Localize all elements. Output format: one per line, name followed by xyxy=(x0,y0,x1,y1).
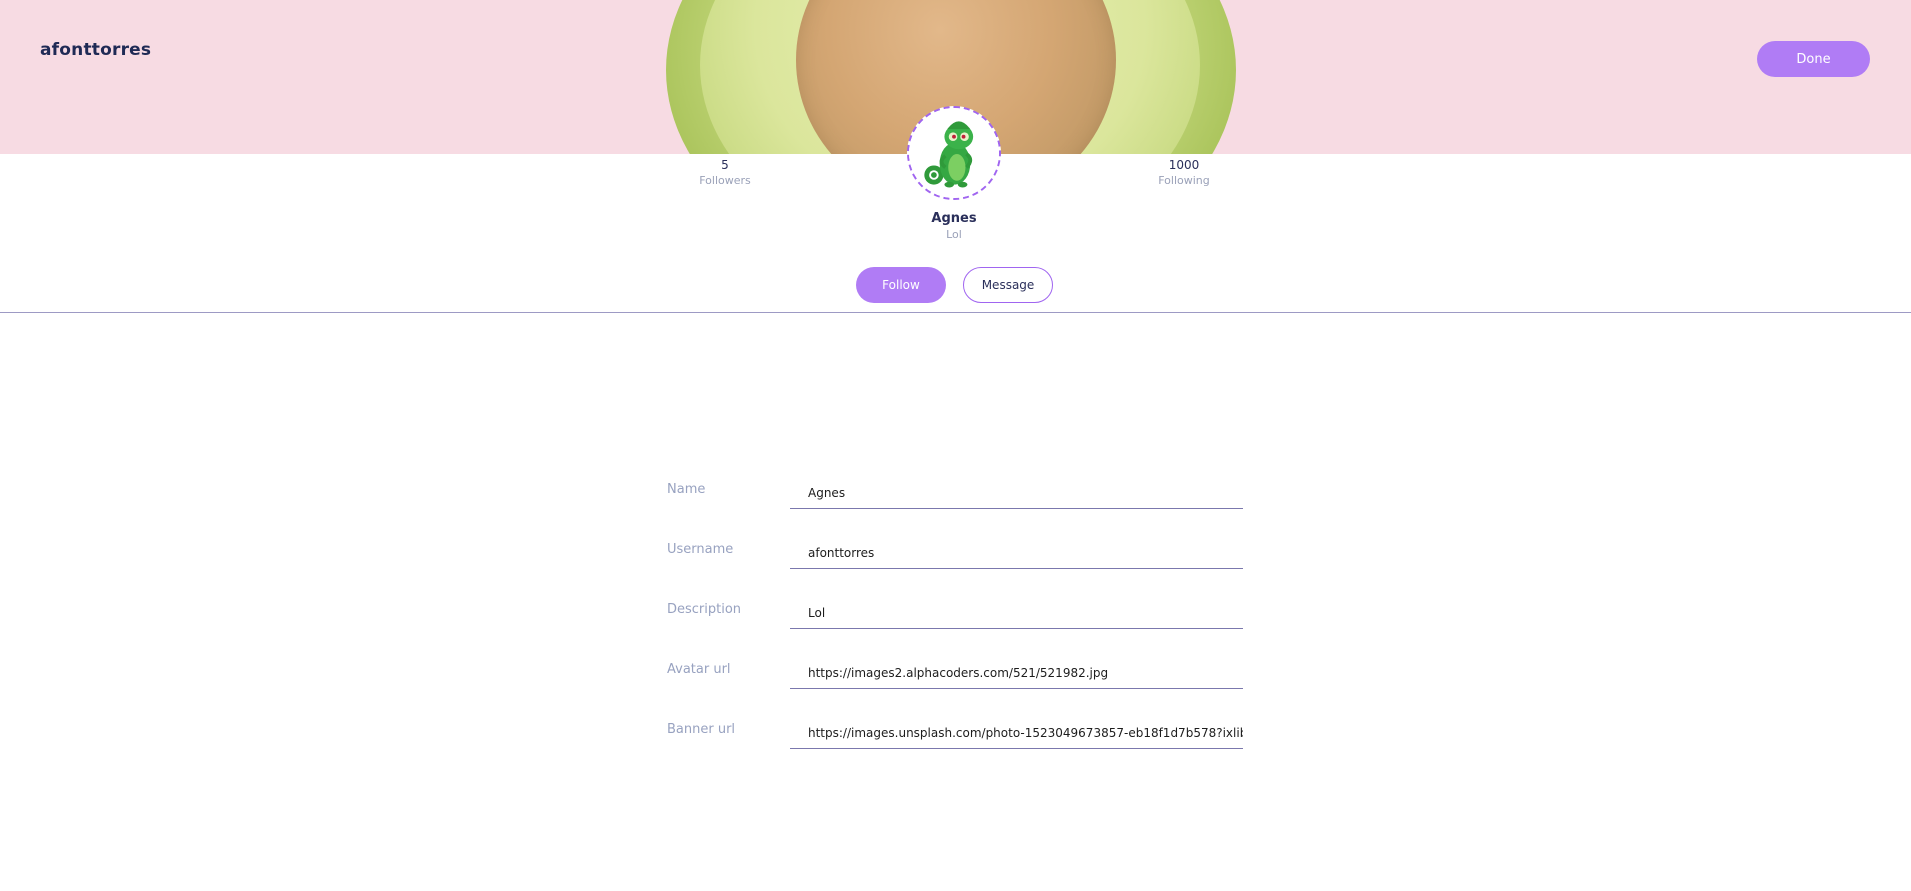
banner-url-field[interactable] xyxy=(790,718,1243,749)
header-username: afonttorres xyxy=(40,40,152,60)
followers-count: 5 xyxy=(721,158,729,172)
username-label: Username xyxy=(667,542,734,557)
avatar-url-row: Avatar url xyxy=(667,658,1243,698)
username-field[interactable] xyxy=(790,538,1243,569)
profile-description: Lol xyxy=(946,228,962,241)
profile-name: Agnes xyxy=(931,211,977,226)
name-field[interactable] xyxy=(790,478,1243,509)
banner-url-row: Banner url xyxy=(667,718,1243,758)
avatar-url-field[interactable] xyxy=(790,658,1243,689)
following-stat[interactable]: 1000 Following xyxy=(1124,158,1244,187)
username-row: Username xyxy=(667,538,1243,578)
description-label: Description xyxy=(667,602,742,617)
name-row: Name xyxy=(667,478,1243,518)
chameleon-avatar-image xyxy=(909,108,999,198)
name-label: Name xyxy=(667,482,706,497)
avatar-url-label: Avatar url xyxy=(667,662,731,677)
followers-stat[interactable]: 5 Followers xyxy=(665,158,785,187)
description-field[interactable] xyxy=(790,598,1243,629)
followers-label: Followers xyxy=(699,174,751,187)
following-count: 1000 xyxy=(1168,158,1200,172)
follow-button[interactable]: Follow xyxy=(856,267,946,303)
message-button[interactable]: Message xyxy=(963,267,1053,303)
avatar xyxy=(907,106,1001,200)
description-row: Description xyxy=(667,598,1243,638)
following-label: Following xyxy=(1158,174,1210,187)
done-button[interactable]: Done xyxy=(1757,41,1870,77)
section-divider xyxy=(0,312,1911,313)
banner-url-label: Banner url xyxy=(667,722,736,737)
